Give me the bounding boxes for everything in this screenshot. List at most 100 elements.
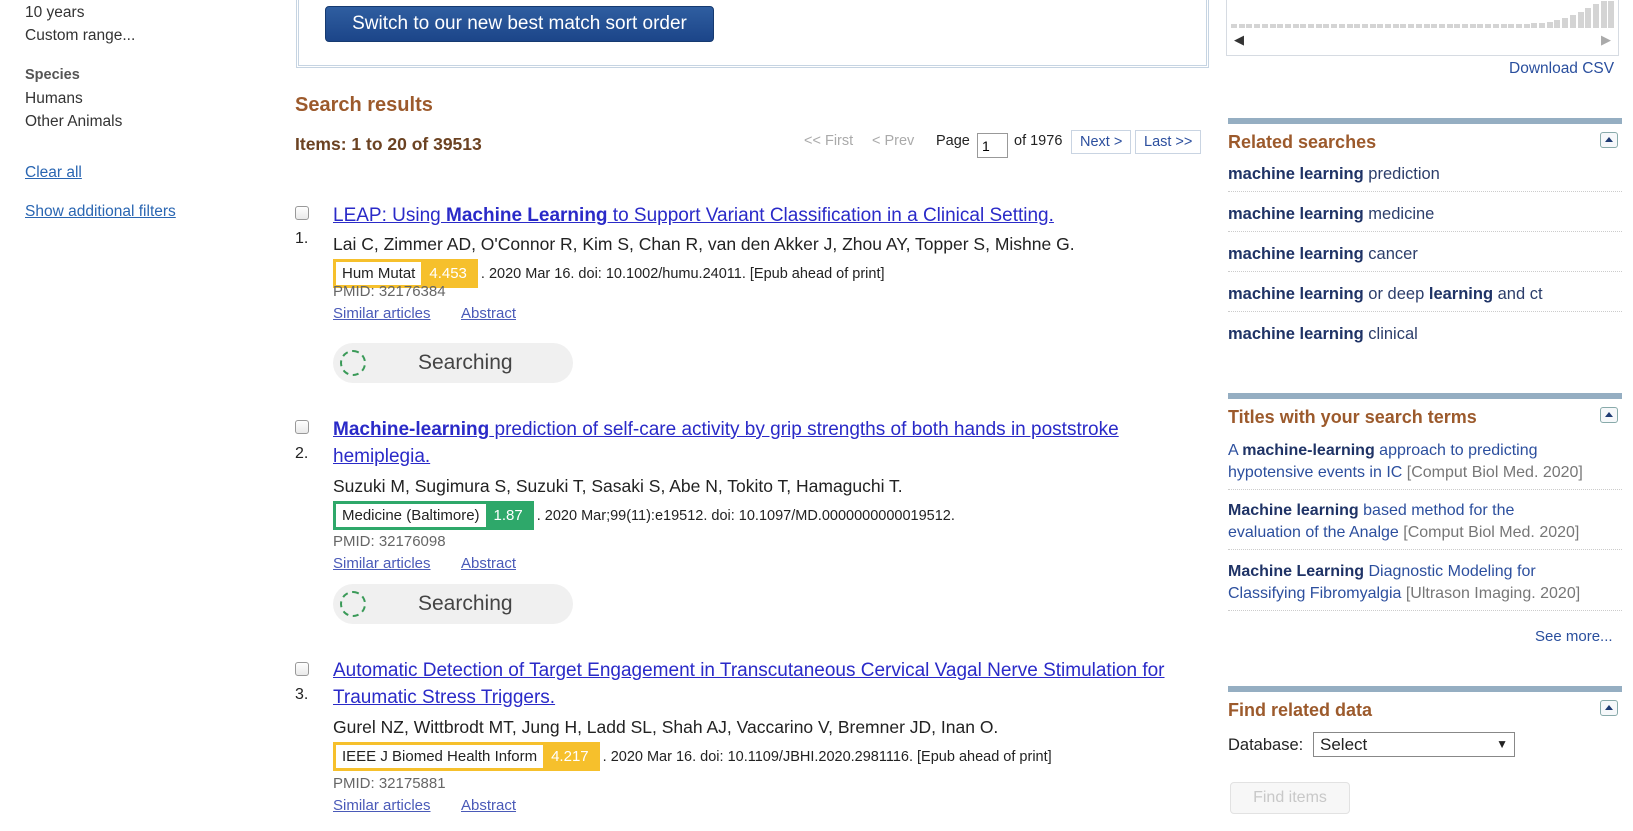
year-bar: [1369, 24, 1376, 28]
find-items-button[interactable]: Find items: [1230, 782, 1350, 814]
results-by-year-chart[interactable]: ◀ ▶: [1226, 0, 1619, 56]
journal-name: Hum Mutat: [336, 262, 422, 285]
titles-item[interactable]: Machine learning based method for the eva…: [1228, 500, 1622, 550]
journal-badge[interactable]: IEEE J Biomed Health Inform 4.217: [333, 742, 600, 771]
citation-text: . 2020 Mar 16. doi: 10.1109/JBHI.2020.29…: [602, 748, 1052, 765]
result-checkbox[interactable]: [295, 206, 309, 220]
switch-sort-order-button[interactable]: Switch to our new best match sort order: [325, 6, 714, 42]
year-bar: [1500, 24, 1507, 28]
result-title-link[interactable]: LEAP: Using Machine Learning to Support …: [333, 202, 1054, 229]
year-bar: [1408, 24, 1415, 28]
scroll-right-icon[interactable]: ▶: [1601, 32, 1611, 48]
database-select[interactable]: Select ▼: [1313, 732, 1515, 757]
page-number-input[interactable]: [977, 133, 1008, 158]
year-bar: [1392, 24, 1399, 28]
year-bar: [1269, 24, 1276, 28]
year-bar: [1508, 24, 1515, 28]
title-rest: hypotensive events in IC: [1228, 464, 1403, 481]
filter-humans[interactable]: Humans: [25, 90, 83, 108]
year-bar: [1492, 24, 1499, 28]
title-citation: [Comput Biol Med. 2020]: [1402, 464, 1583, 481]
see-more-link[interactable]: See more...: [1535, 628, 1613, 645]
similar-articles-link[interactable]: Similar articles: [333, 797, 431, 814]
year-bar: [1423, 24, 1430, 28]
term-rest: prediction: [1363, 165, 1440, 183]
related-search-item[interactable]: machine learning cancer: [1228, 245, 1622, 272]
year-bar: [1462, 24, 1468, 28]
titles-item[interactable]: Machine Learning Diagnostic Modeling for…: [1228, 561, 1622, 611]
journal-badge[interactable]: Medicine (Baltimore) 1.87: [333, 501, 534, 530]
related-search-item[interactable]: machine learning clinical: [1228, 325, 1622, 351]
year-bar: [1554, 20, 1561, 28]
year-bar: [1292, 24, 1299, 28]
scroll-left-icon[interactable]: ◀: [1234, 32, 1244, 48]
result-number: 1.: [295, 230, 309, 247]
year-bar: [1361, 24, 1368, 28]
loading-spinner-icon: [340, 350, 366, 376]
term-highlight: Machine Learning: [1228, 563, 1365, 580]
term-highlight: machine learning: [1228, 245, 1364, 263]
year-bar: [1431, 24, 1438, 28]
related-search-item[interactable]: machine learning prediction: [1228, 165, 1622, 192]
year-bar: [1585, 8, 1592, 28]
collapse-icon[interactable]: [1600, 700, 1618, 716]
searching-button[interactable]: Searching: [333, 584, 573, 624]
result-checkbox[interactable]: [295, 662, 309, 676]
title-citation: [Comput Biol Med. 2020]: [1398, 524, 1580, 541]
year-bar: [1415, 24, 1422, 28]
term-highlight: machine-learning: [1242, 442, 1375, 459]
result-title-link[interactable]: Machine-learning prediction of self-care…: [333, 416, 1119, 470]
result-authors: Gurel NZ, Wittbrodt MT, Jung H, Ladd SL,…: [333, 717, 999, 737]
collapse-icon[interactable]: [1600, 132, 1618, 148]
abstract-link[interactable]: Abstract: [461, 797, 516, 814]
download-csv-link[interactable]: Download CSV: [1509, 60, 1614, 78]
journal-name: Medicine (Baltimore): [336, 504, 486, 527]
term-rest: and ct: [1493, 285, 1543, 303]
pager-first: << First: [804, 133, 854, 149]
result-number: 2.: [295, 445, 309, 462]
pager-next-button[interactable]: Next >: [1071, 130, 1132, 154]
title-part: LEAP: Using: [333, 205, 446, 226]
abstract-link[interactable]: Abstract: [461, 555, 516, 572]
searching-button[interactable]: Searching: [333, 343, 573, 383]
year-bar: [1523, 24, 1530, 28]
year-bar: [1246, 24, 1253, 28]
term-highlight: machine learning: [1228, 205, 1364, 223]
related-search-item[interactable]: machine learning medicine: [1228, 205, 1622, 232]
year-bar: [1238, 24, 1245, 28]
database-selected-value: Select: [1320, 735, 1368, 754]
clear-all-link[interactable]: Clear all: [25, 164, 82, 182]
year-bar: [1477, 24, 1484, 28]
pager-page-label: Page: [936, 133, 970, 149]
year-bar: [1331, 24, 1338, 28]
result-pmid: PMID: 32175881: [333, 775, 446, 792]
year-bar: [1308, 24, 1314, 28]
sort-order-banner: Switch to our new best match sort order: [296, 0, 1209, 68]
pager-last-button[interactable]: Last >>: [1135, 130, 1202, 154]
similar-articles-link[interactable]: Similar articles: [333, 305, 431, 322]
collapse-icon[interactable]: [1600, 407, 1618, 423]
term-rest: cancer: [1363, 245, 1418, 263]
year-bar: [1385, 24, 1391, 28]
result-citation: IEEE J Biomed Health Inform 4.217 . 2020…: [333, 742, 1052, 771]
filter-10-years[interactable]: 10 years: [25, 4, 84, 22]
term-highlight: learning: [1428, 285, 1494, 303]
title-part: Automatic Detection of Target Engagement…: [333, 660, 1165, 681]
result-title-link[interactable]: Automatic Detection of Target Engagement…: [333, 657, 1165, 711]
result-checkbox[interactable]: [295, 420, 309, 434]
similar-articles-link[interactable]: Similar articles: [333, 555, 431, 572]
year-bar: [1400, 24, 1407, 28]
title-highlight: Machine-learning: [333, 419, 490, 440]
year-bar: [1446, 24, 1453, 28]
journal-name: IEEE J Biomed Health Inform: [336, 745, 544, 768]
filter-other-animals[interactable]: Other Animals: [25, 113, 122, 131]
titles-with-terms-heading: Titles with your search terms: [1228, 407, 1477, 427]
related-search-item[interactable]: machine learning or deep learning and ct: [1228, 285, 1622, 312]
species-heading: Species: [25, 67, 80, 83]
abstract-link[interactable]: Abstract: [461, 305, 516, 322]
titles-item[interactable]: A machine-learning approach to predictin…: [1228, 440, 1622, 490]
show-additional-filters-link[interactable]: Show additional filters: [25, 203, 176, 221]
title-part: hemiplegia.: [333, 446, 431, 467]
find-related-data-heading: Find related data: [1228, 700, 1373, 720]
filter-custom-range[interactable]: Custom range...: [25, 27, 135, 45]
